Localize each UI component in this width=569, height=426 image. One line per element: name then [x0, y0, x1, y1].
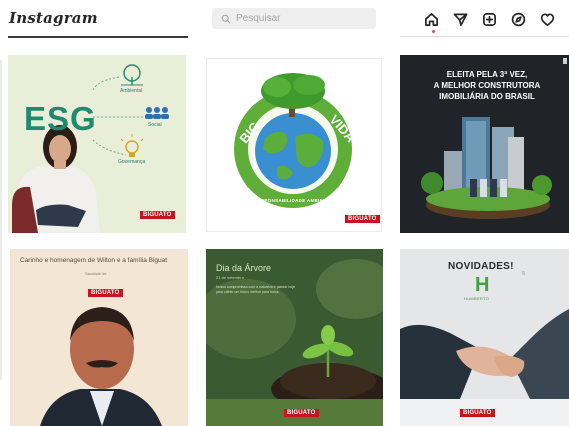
post-subcaption: Saudade de [85, 271, 107, 276]
top-navigation-bar: Instagram [0, 0, 569, 38]
new-post-icon[interactable] [479, 9, 499, 29]
brand-badge: BIGUATO [460, 409, 495, 417]
label-governanca: Governança [118, 159, 146, 165]
curve-text: RESPONSABILIDADE AMBIENTAL [254, 198, 336, 203]
post-headline: ELEITA PELA 3ª VEZ, A MELHOR CONSTRUTORA… [412, 69, 562, 102]
brand-badge: BIGUATO [88, 289, 123, 297]
search-icon [221, 14, 231, 23]
post-date: 21 de setembro [216, 275, 244, 280]
label-ambiental: Ambiental [120, 88, 143, 94]
company-logo: H [475, 274, 490, 296]
post-title: NOVIDADES! [448, 261, 514, 272]
post-esg[interactable]: ESG Ambiental Social Governança BIGUATO [8, 55, 186, 233]
headline-line: ELEITA PELA 3ª VEZ, [446, 70, 528, 79]
label-social: Social [148, 122, 162, 128]
instagram-logo[interactable]: Instagram [9, 9, 98, 27]
brand-badge: BIGUATO [345, 215, 380, 223]
post-dia-arvore[interactable]: Dia da Árvore 21 de setembro Nosso compr… [206, 249, 383, 426]
divider [400, 36, 569, 37]
brand-badge: BIGUATO [140, 211, 175, 219]
activity-icon[interactable] [537, 9, 557, 29]
headline-line: A MELHOR CONSTRUTORA [433, 81, 541, 90]
post-caption: Carinho e homenagem de Wilton e a famíli… [20, 257, 168, 264]
big-vida-emblem [234, 73, 352, 208]
active-indicator [432, 30, 435, 33]
divider [8, 36, 188, 38]
search-input[interactable] [236, 13, 366, 24]
headline-line: IMOBILIÁRIA DO BRASIL [439, 92, 535, 101]
esg-illustration [8, 55, 186, 233]
post-title: Dia da Árvore [216, 263, 272, 273]
post-homenagem[interactable]: Carinho e homenagem de Wilton e a famíli… [10, 249, 188, 426]
post-headline: ESG [24, 100, 97, 137]
post-paragraph: Nosso compromisso com a natureza é plant… [216, 285, 295, 294]
direct-icon[interactable] [450, 9, 470, 29]
company-logo-text: HUMBERTO [464, 296, 490, 301]
search-bar[interactable] [212, 8, 376, 29]
home-icon[interactable] [421, 9, 441, 29]
divider [0, 60, 2, 380]
post-big-vida[interactable]: BIG VIDA RESPONSABILIDADE AMBIENTAL BIGU… [206, 58, 382, 232]
explore-icon[interactable] [508, 9, 528, 29]
post-eleita[interactable]: ELEITA PELA 3ª VEZ, A MELHOR CONSTRUTORA… [400, 55, 569, 233]
nav-icons [421, 9, 557, 29]
brand-badge: BIGUATO [284, 409, 319, 417]
post-novidades[interactable]: NOVIDADES! H HUMBERTO BIGUATO [400, 249, 569, 426]
